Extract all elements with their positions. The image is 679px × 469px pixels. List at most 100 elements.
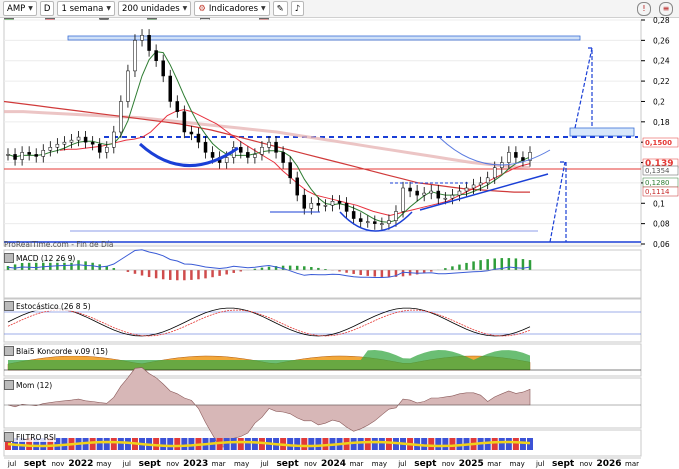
x-tick-label: may: [372, 460, 387, 468]
price-candle: [20, 152, 24, 160]
price-candle: [246, 152, 250, 158]
price-candle: [443, 197, 448, 200]
price-candle: [34, 154, 38, 157]
rsi-bar: [315, 438, 322, 450]
price-candle: [288, 162, 292, 179]
rsi-bar: [301, 438, 308, 450]
price-tag-label: 0,1114: [645, 188, 670, 196]
x-tick-label: mar: [487, 460, 501, 468]
rsi-bar: [378, 438, 385, 450]
x-tick-label: jul: [535, 460, 544, 468]
price-candle: [422, 192, 426, 196]
x-tick-label: sept: [414, 459, 437, 469]
price-candle: [330, 200, 335, 206]
price-candle: [260, 147, 264, 155]
price-candle: [380, 223, 384, 225]
x-tick-label: nov: [580, 460, 593, 468]
price-candle: [507, 152, 511, 163]
price-candle: [13, 154, 17, 160]
rsi-bar: [89, 438, 96, 450]
panel-swatch: [4, 380, 14, 390]
price-candle: [337, 200, 342, 204]
x-tick-label: nov: [166, 460, 179, 468]
rsi-bar: [294, 438, 301, 450]
x-tick-label: sept: [24, 459, 47, 469]
price-candle: [41, 150, 46, 157]
panel-swatch: [4, 253, 14, 263]
price-candle: [387, 220, 391, 224]
price-candle: [224, 157, 229, 163]
rsi-bar: [308, 438, 315, 450]
x-tick-label: jul: [259, 460, 268, 468]
price-candle: [119, 101, 123, 133]
rsi-bar: [449, 438, 456, 450]
target-zone: [569, 127, 635, 137]
chart-canvas: 0,280,260,240,220,20,180,160,140,120,10,…: [3, 16, 679, 469]
price-tick-label: 0,2: [653, 97, 665, 106]
price-candle: [97, 143, 102, 153]
rsi-bar: [237, 438, 244, 450]
x-tick-label: nov: [304, 460, 317, 468]
x-tick-label: jul: [397, 460, 406, 468]
x-tick-label: may: [234, 460, 249, 468]
price-candle: [485, 177, 490, 184]
rsi-bar: [428, 438, 435, 450]
price-candle: [69, 139, 74, 143]
rsi-bar: [244, 438, 251, 450]
price-candle: [492, 167, 497, 179]
x-tick-label: 2024: [321, 459, 346, 469]
price-candle: [140, 35, 144, 41]
x-tick-label: 2025: [459, 459, 484, 469]
rsi-bar: [498, 438, 505, 450]
price-candle: [281, 152, 285, 163]
price-candle: [316, 203, 321, 206]
price-candle: [83, 136, 88, 143]
rsi-bar: [251, 438, 258, 450]
price-candle: [401, 187, 405, 212]
rsi-bar: [385, 438, 392, 450]
price-candle: [210, 152, 215, 158]
price-tag-label: 0,1354: [645, 167, 670, 175]
price-candle: [464, 187, 469, 192]
price-candle: [105, 147, 109, 153]
x-tick-label: mar: [212, 460, 226, 468]
rsi-bar: [223, 438, 230, 450]
x-tick-label: mar: [349, 460, 363, 468]
rsi-bar: [117, 438, 124, 450]
price-tick-label: 0,22: [653, 77, 670, 86]
rsi-bar: [167, 438, 174, 450]
rsi-bar: [181, 438, 188, 450]
price-tick-label: 0,24: [653, 57, 670, 66]
x-tick-label: 2022: [68, 459, 93, 469]
price-candle: [366, 221, 370, 223]
price-candle: [133, 40, 137, 72]
price-candle: [161, 60, 165, 77]
price-candle: [175, 101, 180, 112]
price-panel: [3, 19, 642, 247]
resistance-zone: [67, 35, 581, 41]
price-tick-label: 0,1: [653, 199, 665, 208]
rsi-bar: [357, 438, 364, 450]
price-candle: [182, 111, 187, 133]
price-candle: [302, 194, 307, 209]
x-tick-label: nov: [51, 460, 64, 468]
macd-title: MACD (12 26 9): [16, 253, 76, 263]
x-tick-label: may: [96, 460, 111, 468]
x-tick-label: mar: [625, 460, 639, 468]
rsi-bar: [174, 438, 181, 450]
price-candle: [323, 205, 328, 207]
rsi-bar: [512, 438, 519, 450]
price-candle: [196, 133, 201, 143]
panel-swatch: [4, 432, 14, 442]
rsi-bar: [96, 438, 103, 450]
price-candle: [344, 203, 349, 212]
price-candle: [415, 190, 419, 196]
price-tick-label: 0,06: [653, 240, 670, 249]
blai-title: Blai5 Koncorde v.09 (15): [16, 346, 108, 356]
price-candle: [373, 221, 377, 224]
price-candle: [478, 182, 483, 186]
price-candle: [514, 152, 518, 158]
rsi-bar: [160, 438, 167, 450]
stoch-panel-label: Estocástico (26 8 5): [4, 301, 91, 311]
panel-swatch: [4, 301, 14, 311]
